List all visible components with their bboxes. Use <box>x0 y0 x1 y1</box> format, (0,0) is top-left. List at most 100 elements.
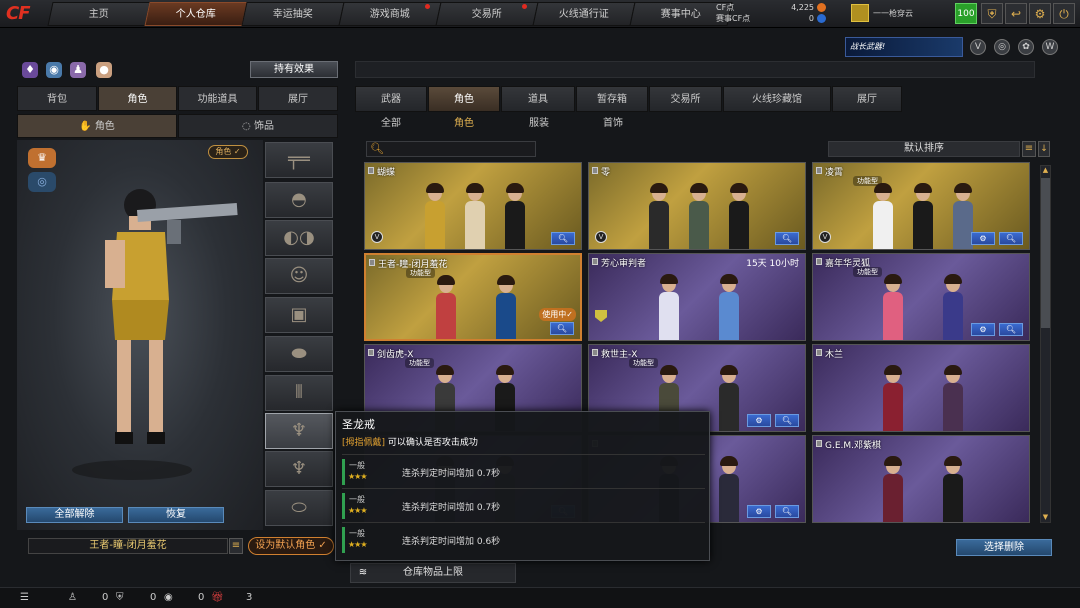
wing-icon[interactable]: W <box>1042 39 1058 55</box>
magnify-icon[interactable]: 🔍︎ <box>999 323 1023 336</box>
promo-banner[interactable]: 战长武器! <box>845 37 963 57</box>
bookmark-icon[interactable] <box>592 349 598 356</box>
item-card[interactable]: 王者-瞳-闭月羞花 功能型 使用中✓ 🔍︎ <box>364 253 582 341</box>
preview-icon[interactable]: ⚙ <box>747 414 771 427</box>
item-card[interactable]: 芳心审判者 15天 10小时 <box>588 253 806 341</box>
magnify-icon[interactable]: 🔍︎ <box>999 232 1023 245</box>
subtab-role[interactable]: ✋ 角色 <box>17 114 177 138</box>
pet-icon[interactable]: ● <box>96 62 112 78</box>
refresh-icon[interactable] <box>817 14 826 23</box>
slot-ring-gold[interactable]: ♆ <box>265 413 333 449</box>
search-icon[interactable]: 🔍︎ <box>370 142 384 155</box>
eye-icon[interactable]: ◉ <box>46 62 62 78</box>
nav-tab-5[interactable]: 火线通行证 <box>532 2 636 26</box>
slot-empty[interactable]: ⬭ <box>265 490 333 526</box>
sort-order-icon[interactable]: ↓ <box>1038 141 1050 157</box>
preview-icon[interactable]: ⚙ <box>747 505 771 518</box>
gear-icon[interactable]: ⚙ <box>1029 3 1051 24</box>
preview-icon[interactable]: ⚙ <box>971 323 995 336</box>
right-subtab-3[interactable]: 首饰 <box>603 114 623 134</box>
right-subtab-1[interactable]: 角色 <box>454 114 474 134</box>
unequip-all-button[interactable]: 全部解除 <box>26 507 123 523</box>
slot-helmet[interactable]: ◓ <box>265 182 333 218</box>
slot-glasses[interactable]: ◐◑ <box>265 220 333 256</box>
slot-ring-silver[interactable]: ♆ <box>265 451 333 487</box>
nav-tab-0[interactable]: 主页 <box>47 2 151 26</box>
right-subtab-2[interactable]: 服装 <box>529 114 549 134</box>
item-card[interactable]: 嘉年华灵狐 功能型 ⚙ 🔍︎ <box>812 253 1030 341</box>
hold-effect-button[interactable]: 持有效果 <box>250 61 338 78</box>
left-tab-3[interactable]: 展厅 <box>258 86 338 111</box>
nav-tab-1[interactable]: 个人仓库 <box>144 2 248 26</box>
badge-icon[interactable]: V <box>970 39 986 55</box>
right-tab-2[interactable]: 道具 <box>501 86 575 112</box>
bookmark-icon[interactable] <box>592 167 598 174</box>
slot-ammo[interactable]: ⦀ <box>265 375 333 411</box>
slot-doll[interactable]: ☺ <box>265 258 333 294</box>
select-delete-button[interactable]: 选择删除 <box>956 539 1052 556</box>
item-card[interactable]: 凌霄 功能型 V ⚙ 🔍︎ <box>812 162 1030 250</box>
scrollbar-thumb[interactable] <box>1041 178 1050 328</box>
left-tab-2[interactable]: 功能道具 <box>178 86 257 111</box>
right-tab-0[interactable]: 武器 <box>355 86 427 112</box>
bookmark-icon[interactable] <box>816 349 822 356</box>
bookmark-icon[interactable] <box>368 167 374 174</box>
character-switch-icon[interactable]: ◎ <box>28 172 56 192</box>
item-card[interactable]: 木兰 <box>812 344 1030 432</box>
globe-icon[interactable]: ◎ <box>994 39 1010 55</box>
set-default-role-button[interactable]: 设为默认角色 ✓ <box>248 537 334 555</box>
right-tab-6[interactable]: 展厅 <box>832 86 902 112</box>
list-icon[interactable]: ≡ <box>229 538 243 554</box>
slot-backpack[interactable]: ▣ <box>265 297 333 333</box>
slot-acorn[interactable]: ⬬ <box>265 336 333 372</box>
level-badge[interactable]: 100 <box>955 3 977 24</box>
magnify-icon[interactable]: 🔍︎ <box>775 505 799 518</box>
cf-logo[interactable]: CF <box>6 2 48 26</box>
right-tab-1[interactable]: 角色 <box>428 86 500 112</box>
back-icon[interactable]: ↩ <box>1005 3 1027 24</box>
magnify-icon[interactable]: 🔍︎ <box>551 232 575 245</box>
user-icon[interactable]: ♙ <box>68 590 77 606</box>
right-tab-5[interactable]: 火线珍藏馆 <box>723 86 831 112</box>
magnify-icon[interactable]: 🔍︎ <box>550 322 574 335</box>
character-preview[interactable] <box>17 140 263 530</box>
shield-small-icon[interactable]: ⛨ <box>116 590 124 606</box>
scroll-up-icon[interactable]: ▲ <box>1040 165 1051 176</box>
right-tab-4[interactable]: 交易所 <box>649 86 722 112</box>
bookmark-icon[interactable] <box>816 258 822 265</box>
search-input[interactable] <box>366 141 536 157</box>
figure-icon[interactable]: ♟ <box>70 62 86 78</box>
subtab-accessory[interactable]: ◌ 饰品 <box>178 114 338 138</box>
bookmark-icon[interactable] <box>816 167 822 174</box>
bookmark-icon[interactable] <box>368 349 374 356</box>
magnify-icon[interactable]: 🔍︎ <box>775 414 799 427</box>
magnify-icon[interactable]: 🔍︎ <box>775 232 799 245</box>
menu-icon[interactable]: ≡ <box>1022 141 1036 157</box>
bookmark-icon[interactable] <box>592 258 598 265</box>
chat-icon[interactable]: ◉ <box>164 590 173 606</box>
storage-capacity-button[interactable]: 仓库物品上限 <box>350 563 516 583</box>
left-tab-1[interactable]: 角色 <box>98 86 177 111</box>
menu-lines-icon[interactable]: ☰ <box>20 590 29 606</box>
bookmark-icon[interactable] <box>816 440 822 447</box>
right-tab-3[interactable]: 暂存箱 <box>576 86 648 112</box>
slot-weapon[interactable]: ╤═ <box>265 142 333 178</box>
rank-badge-icon[interactable] <box>851 4 869 22</box>
favorite-role-icon[interactable]: ♛ <box>28 148 56 168</box>
item-card[interactable]: 蝴蝶 V 🔍︎ <box>364 162 582 250</box>
left-tab-0[interactable]: 背包 <box>17 86 97 111</box>
shield-icon[interactable]: ⛨ <box>981 3 1003 24</box>
bookmark-icon[interactable] <box>369 259 375 266</box>
sort-dropdown[interactable]: 默认排序 <box>828 141 1020 157</box>
item-card[interactable]: G.E.M.邓紫棋 <box>812 435 1030 523</box>
preview-icon[interactable]: ⚙ <box>971 232 995 245</box>
nav-tab-2[interactable]: 幸运抽奖 <box>241 2 345 26</box>
paw-icon[interactable]: ✿ <box>1018 39 1034 55</box>
gift-box-icon[interactable]: 🎁︎ <box>211 590 224 606</box>
item-card[interactable]: 零 V 🔍︎ <box>588 162 806 250</box>
right-subtab-0[interactable]: 全部 <box>381 114 401 134</box>
power-icon[interactable]: ⏻ <box>1053 3 1075 24</box>
scroll-down-icon[interactable]: ▼ <box>1040 512 1051 523</box>
restore-button[interactable]: 恢复 <box>128 507 224 523</box>
gift-icon[interactable]: ♦ <box>22 62 38 78</box>
